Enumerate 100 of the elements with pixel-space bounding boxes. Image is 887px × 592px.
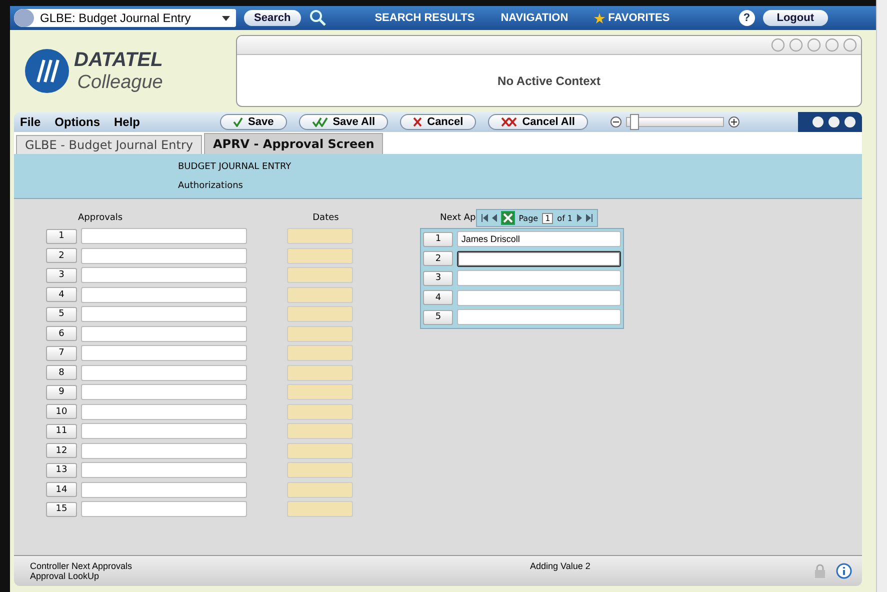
row-number-button[interactable]: 2 — [46, 248, 77, 264]
approval-field[interactable] — [81, 228, 247, 244]
first-page-icon[interactable] — [480, 214, 488, 222]
zoom-out-icon[interactable] — [610, 116, 622, 128]
nav-link[interactable]: NAVIGATION — [500, 12, 568, 24]
date-field[interactable] — [287, 404, 353, 420]
screen-title: BUDGET JOURNAL ENTRY — [178, 162, 292, 172]
row-number-button[interactable]: 13 — [46, 462, 77, 478]
date-field[interactable] — [287, 482, 353, 498]
next-page-icon[interactable] — [576, 214, 582, 222]
row-number-button[interactable]: 7 — [46, 346, 77, 361]
module-select[interactable]: GLBE: Budget Journal Entry — [14, 9, 236, 27]
date-field[interactable] — [287, 267, 353, 284]
app-icon — [14, 9, 34, 27]
approval-field[interactable] — [81, 501, 247, 518]
date-field[interactable] — [287, 286, 353, 303]
row-number-button[interactable]: 1 — [423, 232, 454, 247]
date-field[interactable] — [287, 462, 353, 478]
approver-field[interactable] — [457, 270, 621, 286]
date-field[interactable] — [287, 501, 353, 518]
approval-field[interactable] — [81, 345, 247, 362]
row-number-button[interactable]: 10 — [46, 404, 77, 420]
row-number-button[interactable]: 4 — [46, 287, 77, 302]
page-field[interactable]: 1 — [542, 212, 554, 224]
toolbar-icons-drawing[interactable] — [798, 112, 862, 132]
approval-field[interactable] — [81, 326, 247, 342]
row-number-button[interactable]: 11 — [46, 424, 77, 439]
approval-field[interactable] — [81, 482, 247, 498]
nav-link[interactable]: SEARCH RESULTS — [374, 12, 475, 24]
date-field[interactable] — [287, 248, 353, 264]
module-select-value: GLBE: Budget Journal Entry — [40, 11, 192, 25]
tab[interactable]: GLBE - Budget Journal Entry — [16, 135, 202, 154]
date-field[interactable] — [287, 228, 353, 244]
cross-icon — [413, 117, 422, 127]
approver-field[interactable] — [457, 290, 621, 306]
row-number-button[interactable]: 15 — [46, 502, 77, 517]
row-number-button[interactable]: 1 — [46, 228, 77, 244]
cross-icon — [501, 117, 518, 127]
status-text: Approval LookUp — [30, 571, 100, 581]
row-number-button[interactable]: 5 — [423, 310, 454, 325]
context-message: No Active Context — [496, 72, 602, 90]
row-number-button[interactable]: 2 — [423, 251, 454, 266]
spreadsheet-icon[interactable] — [500, 211, 515, 225]
scrollbar[interactable] — [876, 0, 887, 592]
action-button[interactable]: Cancel All — [488, 114, 588, 130]
star-icon — [594, 12, 606, 24]
tab[interactable]: APRV - Approval Screen — [204, 133, 384, 154]
date-field[interactable] — [287, 423, 353, 440]
row-number-button[interactable]: 5 — [46, 306, 77, 322]
checkmark-icon — [233, 117, 244, 127]
checkmark-icon — [312, 117, 328, 127]
action-button[interactable]: Save All — [298, 114, 388, 130]
search-button[interactable]: Search — [244, 10, 301, 26]
product-name: Colleague — [77, 72, 163, 94]
row-number-button[interactable]: 8 — [46, 365, 77, 380]
approval-field[interactable] — [81, 267, 247, 284]
screen-subtitle: Authorizations — [178, 180, 244, 190]
approval-field[interactable] — [81, 462, 247, 478]
row-number-button[interactable]: 3 — [46, 268, 77, 283]
info-icon[interactable] — [836, 563, 852, 579]
previous-page-icon[interactable] — [492, 214, 497, 222]
row-number-button[interactable]: 12 — [46, 443, 77, 458]
approval-field[interactable] — [81, 306, 247, 322]
zoom-in-icon[interactable] — [728, 116, 740, 128]
approval-field[interactable] — [81, 364, 247, 381]
row-number-button[interactable]: 6 — [46, 326, 77, 342]
approver-field[interactable] — [457, 250, 621, 267]
logout-button[interactable]: Logout — [762, 10, 828, 26]
row-number-button[interactable]: 9 — [46, 384, 77, 400]
date-field[interactable] — [287, 442, 353, 459]
column-heading: Dates — [312, 213, 339, 223]
action-button[interactable]: Cancel — [400, 114, 476, 130]
approval-field[interactable] — [81, 248, 247, 264]
slider-thumb[interactable] — [630, 114, 639, 130]
approval-field[interactable] — [81, 384, 247, 400]
status-text: Controller Next Approvals — [30, 561, 134, 571]
zoom-slider[interactable] — [626, 117, 724, 127]
menu-item[interactable]: Options — [52, 115, 108, 129]
row-number-button[interactable]: 3 — [423, 270, 454, 286]
approval-field[interactable] — [81, 286, 247, 303]
menu-item[interactable]: File — [18, 115, 49, 129]
menu-item[interactable]: Help — [112, 115, 148, 129]
page-label: Page — [518, 214, 538, 222]
date-field[interactable] — [287, 364, 353, 381]
last-page-icon[interactable] — [586, 214, 593, 222]
nav-link[interactable]: FAVORITES — [594, 12, 670, 24]
approval-field[interactable] — [81, 423, 247, 440]
row-number-button[interactable]: 14 — [46, 482, 77, 498]
date-field[interactable] — [287, 384, 353, 400]
approver-field[interactable] — [457, 309, 621, 326]
action-button[interactable]: Save — [220, 114, 287, 130]
date-field[interactable] — [287, 326, 353, 342]
search-icon[interactable] — [308, 9, 327, 27]
approval-field[interactable] — [81, 442, 247, 459]
help-button[interactable]: ? — [738, 10, 755, 26]
date-field[interactable] — [287, 306, 353, 322]
approver-field[interactable]: James Driscoll — [457, 231, 621, 248]
row-number-button[interactable]: 4 — [423, 290, 454, 306]
date-field[interactable] — [287, 345, 353, 362]
approval-field[interactable] — [81, 404, 247, 420]
